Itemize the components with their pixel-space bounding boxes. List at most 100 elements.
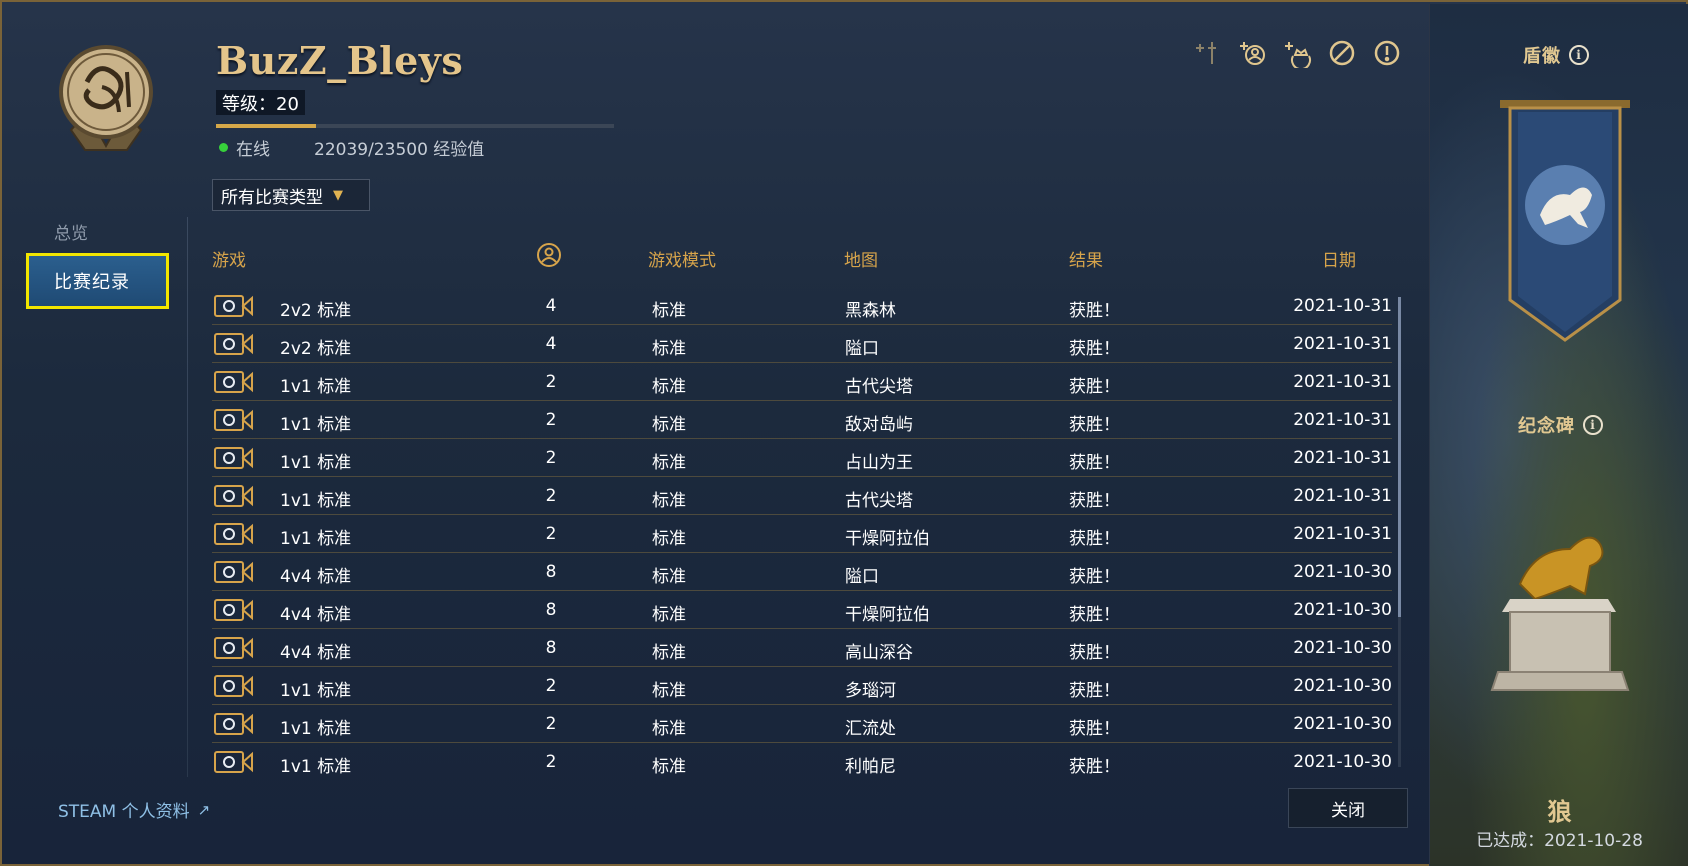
cell-mode: 标准 bbox=[652, 605, 686, 625]
scroll-thumb[interactable] bbox=[1398, 297, 1401, 617]
wolf-banner-icon[interactable] bbox=[1500, 100, 1630, 350]
emblem-title: 盾徽 bbox=[1523, 46, 1561, 67]
replay-camera-icon[interactable] bbox=[214, 522, 254, 546]
cell-result: 获胜！ bbox=[1069, 415, 1120, 435]
cell-players: 2 bbox=[545, 448, 557, 468]
sword-plus-icon[interactable] bbox=[1192, 38, 1222, 68]
player-count-icon[interactable] bbox=[536, 242, 562, 273]
replay-camera-icon[interactable] bbox=[214, 294, 254, 318]
cell-result: 获胜！ bbox=[1069, 301, 1120, 321]
nav-match-history[interactable]: 比赛纪录 bbox=[26, 253, 169, 309]
cell-game: 1v1 标准 bbox=[280, 719, 352, 739]
close-button[interactable]: 关闭 bbox=[1288, 788, 1408, 828]
cell-map: 隘口 bbox=[845, 567, 879, 587]
cell-map: 古代尖塔 bbox=[845, 377, 913, 397]
table-row[interactable]: 4v4 标准 8 标准 高山深谷 获胜！ 2021-10-30 bbox=[212, 629, 1392, 667]
cell-date: 2021-10-30 bbox=[1293, 752, 1392, 772]
cell-map: 汇流处 bbox=[845, 719, 896, 739]
cell-players: 2 bbox=[545, 676, 557, 696]
table-row[interactable]: 2v2 标准 4 标准 黑森林 获胜！ 2021-10-31 bbox=[212, 287, 1392, 325]
xp-progress-fill bbox=[216, 124, 316, 128]
cell-game: 2v2 标准 bbox=[280, 339, 352, 359]
cell-mode: 标准 bbox=[652, 719, 686, 739]
table-row[interactable]: 1v1 标准 2 标准 汇流处 获胜！ 2021-10-30 bbox=[212, 705, 1392, 743]
replay-camera-icon[interactable] bbox=[214, 408, 254, 432]
cell-game: 2v2 标准 bbox=[280, 301, 352, 321]
cell-map: 干燥阿拉伯 bbox=[845, 529, 930, 549]
wolf-monument-icon[interactable] bbox=[1490, 504, 1630, 704]
xp-text: 22039/23500 经验值 bbox=[314, 140, 485, 160]
cell-players: 8 bbox=[545, 562, 557, 582]
report-icon[interactable] bbox=[1372, 38, 1402, 68]
match-type-filter[interactable]: 所有比赛类型 ▼ bbox=[212, 179, 370, 211]
cell-date: 2021-10-31 bbox=[1293, 410, 1392, 430]
table-header: 游戏 游戏模式 地图 结果 日期 bbox=[212, 242, 1392, 273]
right-panel: 盾徽 i 纪念碑 i 狼 已达成：2021-10-28 bbox=[1429, 4, 1688, 866]
table-row[interactable]: 1v1 标准 2 标准 占山为王 获胜！ 2021-10-31 bbox=[212, 439, 1392, 477]
table-row[interactable]: 4v4 标准 8 标准 干燥阿拉伯 获胜！ 2021-10-30 bbox=[212, 591, 1392, 629]
cell-map: 隘口 bbox=[845, 339, 879, 359]
add-friend-icon[interactable] bbox=[1237, 38, 1267, 68]
scrollbar[interactable] bbox=[1398, 297, 1401, 767]
cell-result: 获胜！ bbox=[1069, 605, 1120, 625]
add-crown-icon[interactable] bbox=[1282, 38, 1312, 68]
header-game[interactable]: 游戏 bbox=[212, 246, 246, 271]
replay-camera-icon[interactable] bbox=[214, 446, 254, 470]
cell-map: 高山深谷 bbox=[845, 643, 913, 663]
replay-camera-icon[interactable] bbox=[214, 370, 254, 394]
online-status-label: 在线 bbox=[236, 140, 270, 160]
cell-mode: 标准 bbox=[652, 567, 686, 587]
replay-camera-icon[interactable] bbox=[214, 712, 254, 736]
replay-camera-icon[interactable] bbox=[214, 598, 254, 622]
table-row[interactable]: 1v1 标准 2 标准 干燥阿拉伯 获胜！ 2021-10-31 bbox=[212, 515, 1392, 553]
cell-players: 2 bbox=[545, 714, 557, 734]
replay-camera-icon[interactable] bbox=[214, 560, 254, 584]
cell-mode: 标准 bbox=[652, 453, 686, 473]
external-link-icon: ↗ bbox=[197, 800, 211, 819]
cell-date: 2021-10-31 bbox=[1293, 334, 1392, 354]
cell-players: 2 bbox=[545, 524, 557, 544]
table-row[interactable]: 2v2 标准 4 标准 隘口 获胜！ 2021-10-31 bbox=[212, 325, 1392, 363]
cell-result: 获胜！ bbox=[1069, 453, 1120, 473]
replay-camera-icon[interactable] bbox=[214, 332, 254, 356]
replay-camera-icon[interactable] bbox=[214, 674, 254, 698]
cell-date: 2021-10-30 bbox=[1293, 676, 1392, 696]
cell-result: 获胜！ bbox=[1069, 491, 1120, 511]
table-row[interactable]: 1v1 标准 2 标准 利帕尼 获胜！ 2021-10-30 bbox=[212, 743, 1392, 781]
header-mode[interactable]: 游戏模式 bbox=[648, 246, 716, 271]
nav-overview[interactable]: 总览 bbox=[54, 219, 88, 244]
monument-name: 狼 bbox=[1547, 798, 1572, 826]
replay-camera-icon[interactable] bbox=[214, 484, 254, 508]
header-map[interactable]: 地图 bbox=[844, 246, 878, 271]
cell-map: 干燥阿拉伯 bbox=[845, 605, 930, 625]
cell-game: 1v1 标准 bbox=[280, 529, 352, 549]
cell-game: 4v4 标准 bbox=[280, 605, 352, 625]
table-row[interactable]: 1v1 标准 2 标准 古代尖塔 获胜！ 2021-10-31 bbox=[212, 477, 1392, 515]
info-icon[interactable]: i bbox=[1569, 45, 1589, 65]
cell-result: 获胜！ bbox=[1069, 377, 1120, 397]
info-icon[interactable]: i bbox=[1583, 415, 1603, 435]
cell-map: 黑森林 bbox=[845, 301, 896, 321]
header-result[interactable]: 结果 bbox=[1069, 246, 1103, 271]
match-history-table: 2v2 标准 4 标准 黑森林 获胜！ 2021-10-31 2v2 标准 4 标准 隘口 获胜！ 2… bbox=[212, 287, 1392, 781]
cell-players: 4 bbox=[545, 334, 557, 354]
block-icon[interactable] bbox=[1327, 38, 1357, 68]
table-row[interactable]: 1v1 标准 2 标准 多瑙河 获胜！ 2021-10-30 bbox=[212, 667, 1392, 705]
replay-camera-icon[interactable] bbox=[214, 750, 254, 774]
profile-actions bbox=[1192, 38, 1402, 68]
header-date[interactable]: 日期 bbox=[1322, 246, 1356, 271]
cell-result: 获胜！ bbox=[1069, 339, 1120, 359]
cell-date: 2021-10-31 bbox=[1293, 486, 1392, 506]
replay-camera-icon[interactable] bbox=[214, 636, 254, 660]
table-row[interactable]: 4v4 标准 8 标准 隘口 获胜！ 2021-10-30 bbox=[212, 553, 1392, 591]
monument-title-row: 纪念碑 i bbox=[1518, 412, 1603, 438]
cell-map: 敌对岛屿 bbox=[845, 415, 913, 435]
cell-date: 2021-10-30 bbox=[1293, 562, 1392, 582]
table-row[interactable]: 1v1 标准 2 标准 古代尖塔 获胜！ 2021-10-31 bbox=[212, 363, 1392, 401]
cell-result: 获胜！ bbox=[1069, 757, 1120, 777]
steam-profile-link[interactable]: STEAM 个人资料 ↗ bbox=[58, 797, 211, 823]
cell-mode: 标准 bbox=[652, 643, 686, 663]
cell-map: 古代尖塔 bbox=[845, 491, 913, 511]
table-row[interactable]: 1v1 标准 2 标准 敌对岛屿 获胜！ 2021-10-31 bbox=[212, 401, 1392, 439]
profile-window: 总览 比赛纪录 STEAM 个人资料 ↗ BuzZ_Bleys 等级：20 在线… bbox=[0, 0, 1688, 866]
